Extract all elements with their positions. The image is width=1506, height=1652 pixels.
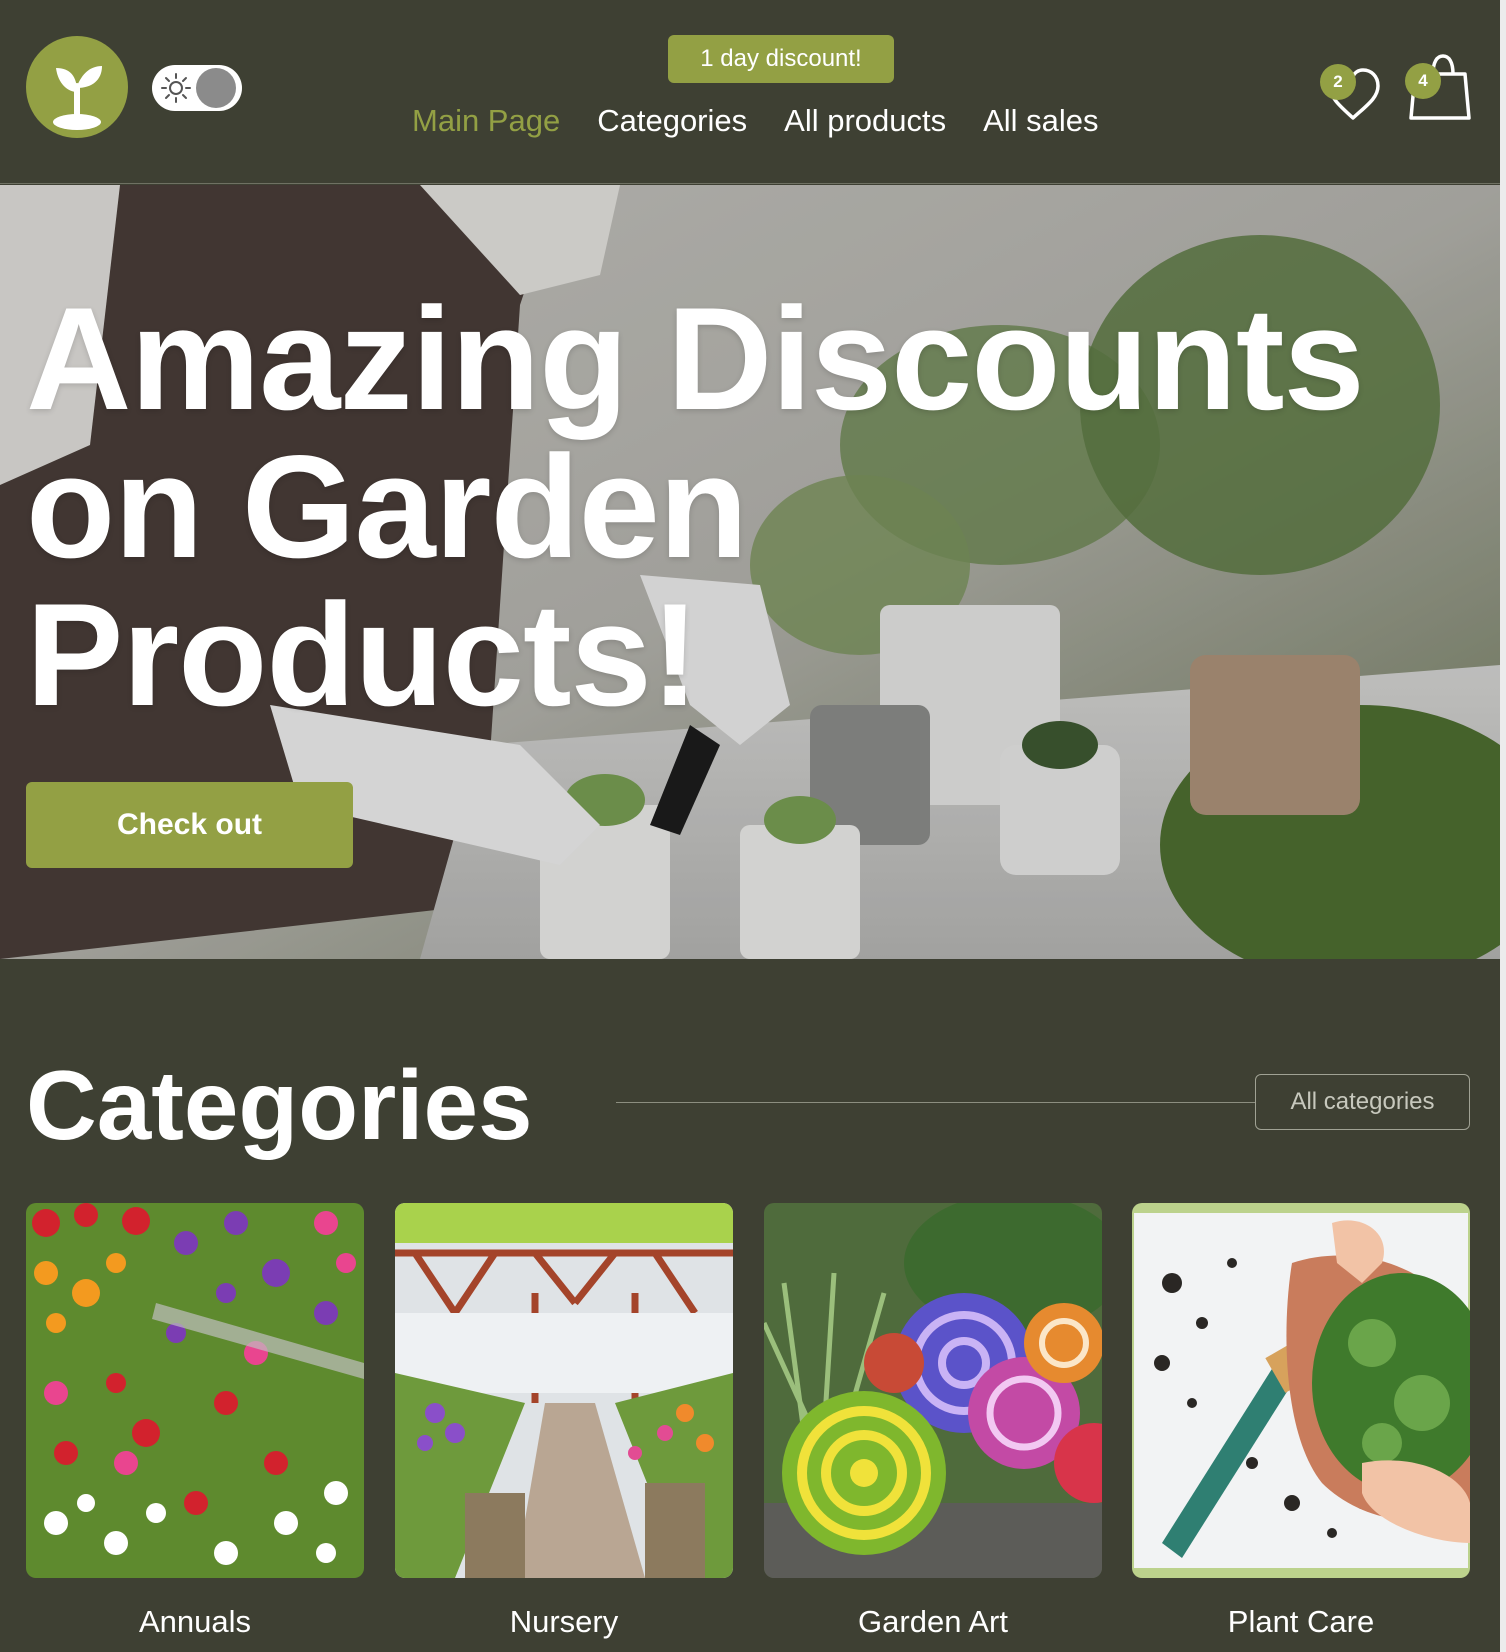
hero-banner: Amazing Discounts on Garden Products! Ch… bbox=[0, 185, 1500, 959]
section-divider bbox=[616, 1102, 1256, 1103]
categories-heading: Categories bbox=[26, 1050, 533, 1160]
category-card-plant-care[interactable]: Plant Care bbox=[1132, 1203, 1470, 1652]
promo-badge[interactable]: 1 day discount! bbox=[668, 35, 894, 83]
nav-main-page[interactable]: Main Page bbox=[412, 100, 560, 142]
nav-categories[interactable]: Categories bbox=[597, 100, 747, 142]
cart-count-badge: 4 bbox=[1405, 63, 1441, 99]
category-card-annuals[interactable]: Annuals bbox=[26, 1203, 364, 1652]
toggle-knob bbox=[196, 68, 236, 108]
main-nav: Main Page Categories All products All sa… bbox=[412, 100, 1099, 142]
categories-grid: Annuals Nursery Garden Art Plant Care bbox=[26, 1203, 1470, 1652]
hero-title-line: Products! bbox=[26, 573, 699, 736]
theme-toggle[interactable] bbox=[152, 65, 242, 111]
category-label[interactable]: Annuals bbox=[26, 1601, 364, 1643]
logo-seedling-icon[interactable] bbox=[26, 36, 128, 138]
cart-button[interactable]: 4 bbox=[1405, 52, 1473, 124]
check-out-button[interactable]: Check out bbox=[26, 782, 353, 868]
category-image-plant-care[interactable] bbox=[1132, 1203, 1470, 1578]
wishlist-count-badge: 2 bbox=[1320, 64, 1356, 100]
page-scrollbar-edge bbox=[1500, 0, 1506, 1652]
category-image-garden-art[interactable] bbox=[764, 1203, 1102, 1578]
category-label[interactable]: Plant Care bbox=[1132, 1601, 1470, 1643]
category-card-garden-art[interactable]: Garden Art bbox=[764, 1203, 1102, 1652]
category-label[interactable]: Garden Art bbox=[764, 1601, 1102, 1643]
category-image-nursery[interactable] bbox=[395, 1203, 733, 1578]
hero-title: Amazing Discounts on Garden Products! bbox=[26, 285, 1466, 729]
nav-all-sales[interactable]: All sales bbox=[983, 100, 1098, 142]
sun-icon bbox=[160, 72, 192, 104]
wishlist-button[interactable]: 2 bbox=[1320, 60, 1386, 124]
hero-title-line: Amazing Discounts bbox=[26, 277, 1365, 440]
nav-all-products[interactable]: All products bbox=[784, 100, 946, 142]
site-header: 1 day discount! Main Page Categories All… bbox=[0, 0, 1500, 184]
all-categories-button[interactable]: All categories bbox=[1255, 1074, 1470, 1130]
hero-title-line: on Garden bbox=[26, 425, 748, 588]
category-label[interactable]: Nursery bbox=[395, 1601, 733, 1643]
category-card-nursery[interactable]: Nursery bbox=[395, 1203, 733, 1652]
category-image-annuals[interactable] bbox=[26, 1203, 364, 1578]
